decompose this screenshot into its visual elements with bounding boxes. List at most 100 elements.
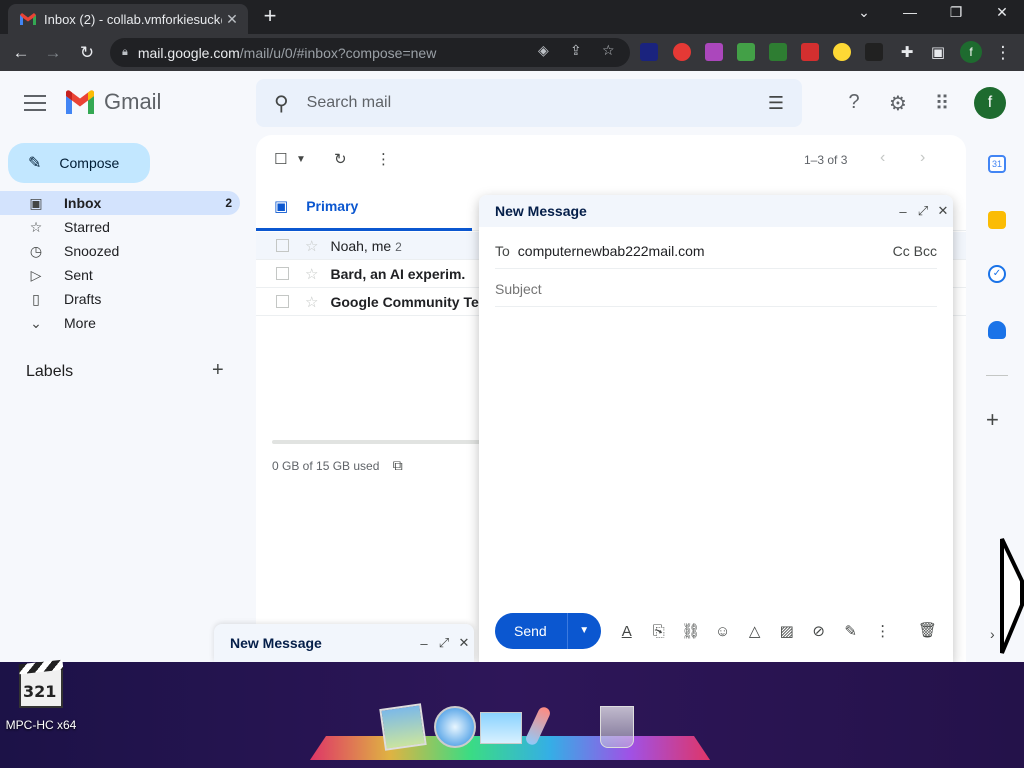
address-bar[interactable]: 🔒︎ mail.google.com/mail/u/0/#inbox?compo… xyxy=(110,38,630,67)
browser-tab[interactable]: Inbox (2) - collab.vmforkiesuck@ ✕ xyxy=(8,4,248,34)
prev-page-icon[interactable]: ‹ xyxy=(880,149,885,167)
compose-header[interactable]: New Message – ⤢ ✕ xyxy=(479,195,953,227)
fullscreen-compose-icon[interactable]: ⤢ xyxy=(913,203,933,219)
close-compose-icon[interactable]: ✕ xyxy=(933,203,953,219)
row-checkbox[interactable] xyxy=(276,267,289,280)
settings-gear-icon[interactable]: ⚙ xyxy=(886,91,910,116)
dock-photos-icon[interactable] xyxy=(379,703,427,751)
search-bar[interactable]: ⚲ Search mail ☰ xyxy=(256,79,802,127)
send-button[interactable]: Send xyxy=(495,613,567,649)
extension-purple-icon[interactable] xyxy=(705,43,723,61)
star-icon[interactable]: ☆ xyxy=(305,237,318,255)
extension-green-icon[interactable] xyxy=(737,43,755,61)
insert-emoji-icon[interactable]: ☺ xyxy=(707,623,739,640)
sidebar-item-label: Inbox xyxy=(64,195,102,211)
extension-dark-icon[interactable] xyxy=(865,43,883,61)
dock-trash-icon[interactable] xyxy=(600,706,634,748)
email-sender: Bard, an AI experim. xyxy=(330,265,466,282)
search-options-icon[interactable]: ☰ xyxy=(768,93,784,114)
browser-menu-icon[interactable]: ⋮ xyxy=(990,40,1016,66)
sidebar-item-snoozed[interactable]: ◷ Snoozed xyxy=(0,239,244,263)
sidebar-item-sent[interactable]: ▷ Sent xyxy=(0,263,244,287)
window-close-icon[interactable]: ✕ xyxy=(990,4,1014,21)
subject-field[interactable]: Subject xyxy=(495,271,937,307)
extension-face-icon[interactable] xyxy=(833,43,851,61)
insert-photo-icon[interactable]: ▨ xyxy=(771,622,803,640)
desktop-app-mpc-hc[interactable]: 321 MPC-HC x64 xyxy=(4,659,78,732)
more-options-icon[interactable]: ⋮ xyxy=(376,150,391,168)
row-checkbox[interactable] xyxy=(276,295,289,308)
inbox-icon: ▣ xyxy=(29,194,43,211)
cc-bcc-link[interactable]: Cc Bcc xyxy=(893,243,937,259)
gmail-m-icon xyxy=(66,90,94,114)
bookmark-star-icon[interactable]: ☆ xyxy=(602,42,615,59)
compose-button[interactable]: ✎ Compose xyxy=(8,143,150,183)
sidebar-item-starred[interactable]: ☆ Starred xyxy=(0,215,244,239)
search-icon[interactable]: ⚲ xyxy=(274,91,289,116)
sidebar-item-drafts[interactable]: ▯ Drafts xyxy=(0,287,244,311)
dock-contacts-card-icon[interactable] xyxy=(480,712,522,744)
dock-safari-compass-icon[interactable] xyxy=(434,706,476,748)
tab-close-icon[interactable]: ✕ xyxy=(222,11,242,28)
send-options-icon[interactable]: ▼ xyxy=(566,613,601,649)
help-icon[interactable]: ? xyxy=(842,91,866,114)
fullscreen-compose-icon[interactable]: ⤢ xyxy=(434,635,454,651)
select-dropdown-icon[interactable]: ▼ xyxy=(296,154,306,165)
back-icon[interactable]: ← xyxy=(8,40,34,66)
insert-link-icon[interactable]: ⛓ xyxy=(675,622,707,640)
minimized-compose-window[interactable]: New Message – ⤢ ✕ xyxy=(214,624,474,662)
share-icon[interactable]: ⇪ xyxy=(570,42,582,59)
to-field[interactable]: To computernewbab222mail.com Cc Bcc xyxy=(495,233,937,269)
google-drive-icon[interactable]: △ xyxy=(739,622,771,640)
insert-signature-icon[interactable]: ✎ xyxy=(835,622,867,640)
get-addons-icon[interactable]: + xyxy=(986,407,999,433)
extension-red-icon[interactable] xyxy=(801,43,819,61)
to-input[interactable]: computernewbab222mail.com xyxy=(518,243,893,259)
forward-icon[interactable]: → xyxy=(40,40,66,66)
reload-icon[interactable]: ↻ xyxy=(74,40,100,66)
google-apps-icon[interactable]: ⠿ xyxy=(930,91,954,116)
gmail-logo[interactable]: Gmail xyxy=(64,89,161,115)
external-link-icon[interactable]: ⧉ xyxy=(393,457,403,473)
extension-shield-icon[interactable] xyxy=(673,43,691,61)
minimize-icon[interactable]: — xyxy=(898,4,922,20)
contacts-icon[interactable] xyxy=(988,321,1006,339)
minimize-compose-icon[interactable]: – xyxy=(414,636,434,651)
formatting-options-icon[interactable]: A xyxy=(611,623,643,640)
more-compose-options-icon[interactable]: ⋮ xyxy=(867,622,899,640)
extension-game-icon[interactable] xyxy=(769,43,787,61)
sidebar-item-inbox[interactable]: ▣ Inbox 2 xyxy=(0,191,240,215)
star-icon[interactable]: ☆ xyxy=(305,265,318,283)
side-panel-icon[interactable]: ▣ xyxy=(925,40,951,66)
extensions-puzzle-icon[interactable]: ✚ xyxy=(894,40,920,66)
calendar-icon[interactable]: 31 xyxy=(988,155,1006,173)
next-page-icon[interactable]: › xyxy=(920,149,925,167)
expand-side-panel-icon[interactable]: › xyxy=(990,626,995,642)
attach-file-icon[interactable]: ⎘ xyxy=(643,623,675,640)
discard-draft-icon[interactable]: 🗑︎ xyxy=(918,621,937,639)
add-label-icon[interactable]: + xyxy=(212,359,224,382)
main-menu-icon[interactable] xyxy=(24,95,46,111)
new-tab-button[interactable]: + xyxy=(258,4,282,30)
refresh-icon[interactable]: ↻ xyxy=(334,150,347,168)
restore-icon[interactable]: ❐ xyxy=(944,4,968,21)
extension-cursor-icon[interactable] xyxy=(640,43,658,61)
browser-profile-avatar[interactable]: f xyxy=(960,41,982,63)
unread-count: 2 xyxy=(225,196,232,210)
star-icon[interactable]: ☆ xyxy=(305,293,318,311)
tasks-icon[interactable]: ✓ xyxy=(988,265,1006,283)
close-compose-icon[interactable]: ✕ xyxy=(454,635,474,651)
search-input[interactable]: Search mail xyxy=(307,94,768,112)
minimize-compose-icon[interactable]: – xyxy=(893,204,913,219)
select-all-checkbox-icon[interactable]: ☐ xyxy=(274,150,287,168)
subject-input[interactable]: Subject xyxy=(495,281,542,297)
sidebar-item-more[interactable]: ⌄ More xyxy=(0,311,244,335)
account-avatar[interactable]: f xyxy=(974,87,1006,119)
row-checkbox[interactable] xyxy=(276,239,289,252)
tab-primary[interactable]: ▣ Primary xyxy=(256,183,472,231)
view-site-info-icon[interactable]: ◈ xyxy=(538,42,549,59)
confidential-mode-icon[interactable]: ⊘ xyxy=(803,622,835,640)
tab-title: Inbox (2) - collab.vmforkiesuck@ xyxy=(44,11,222,27)
tab-search-icon[interactable]: ⌄ xyxy=(852,4,876,21)
keep-icon[interactable] xyxy=(988,211,1006,229)
